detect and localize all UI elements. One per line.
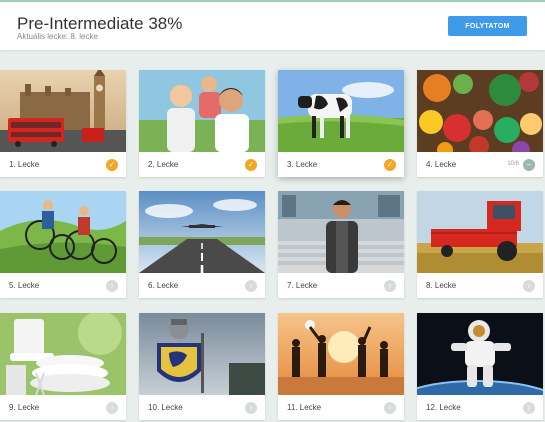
current-lesson-text: Aktuális lecke: 8. lecke <box>17 32 98 41</box>
chevron-right-icon: › <box>245 402 257 414</box>
check-icon: ✓ <box>245 159 257 171</box>
lesson-card-11[interactable]: 11. Lecke › <box>278 313 404 420</box>
course-header: Pre-Intermediate 38% Aktuális lecke: 8. … <box>0 2 545 50</box>
check-icon: ✓ <box>106 159 118 171</box>
progress-icon: – <box>523 159 535 171</box>
lesson-3-image <box>278 70 404 152</box>
lesson-6-image <box>139 191 265 273</box>
lesson-11-image <box>278 313 404 395</box>
chevron-right-icon: › <box>523 402 535 414</box>
lesson-4-image <box>417 70 543 152</box>
lesson-card-12[interactable]: 12. Lecke › <box>417 313 543 420</box>
lesson-2-image <box>139 70 265 152</box>
lesson-10-label: 10. Lecke <box>148 403 183 412</box>
lesson-card-4[interactable]: 4. Lecke 10/6 – <box>417 70 543 177</box>
lesson-4-label: 4. Lecke <box>426 160 457 169</box>
lesson-8-image <box>417 191 543 273</box>
lesson-9-image <box>0 313 126 395</box>
lesson-card-6[interactable]: 6. Lecke › <box>139 191 265 298</box>
check-icon: ✓ <box>384 159 396 171</box>
lesson-5-label: 5. Lecke <box>9 281 40 290</box>
chevron-right-icon: › <box>384 402 396 414</box>
chevron-right-icon: › <box>245 280 257 292</box>
lesson-3-label: 3. Lecke <box>287 160 318 169</box>
lesson-card-5[interactable]: 5. Lecke › <box>0 191 126 298</box>
lesson-card-9[interactable]: 9. Lecke › <box>0 313 126 420</box>
lesson-5-image <box>0 191 126 273</box>
lesson-11-label: 11. Lecke <box>287 403 322 412</box>
lesson-card-8[interactable]: 8. Lecke › <box>417 191 543 298</box>
lesson-card-1[interactable]: 1. Lecke ✓ <box>0 70 126 177</box>
chevron-right-icon: › <box>384 280 396 292</box>
lesson-9-label: 9. Lecke <box>9 403 40 412</box>
lesson-7-image <box>278 191 404 273</box>
lesson-7-label: 7. Lecke <box>287 281 318 290</box>
lesson-card-10[interactable]: 10. Lecke › <box>139 313 265 420</box>
lesson-4-progress: 10/6 <box>507 161 519 167</box>
continue-button[interactable]: FOLYTATOM <box>448 16 527 36</box>
lesson-1-label: 1. Lecke <box>9 160 40 169</box>
course-title: Pre-Intermediate 38% <box>17 14 183 33</box>
lesson-10-image <box>139 313 265 395</box>
lesson-6-label: 6. Lecke <box>148 281 179 290</box>
lesson-2-label: 2. Lecke <box>148 160 179 169</box>
chevron-right-icon: › <box>523 280 535 292</box>
lesson-card-2[interactable]: 2. Lecke ✓ <box>139 70 265 177</box>
lesson-12-label: 12. Lecke <box>426 403 461 412</box>
lesson-8-label: 8. Lecke <box>426 281 457 290</box>
lesson-12-image <box>417 313 543 395</box>
chevron-right-icon: › <box>106 402 118 414</box>
lesson-card-3[interactable]: 3. Lecke ✓ <box>278 70 404 177</box>
lesson-card-7[interactable]: 7. Lecke › <box>278 191 404 298</box>
chevron-right-icon: › <box>106 280 118 292</box>
lesson-1-image <box>0 70 126 152</box>
